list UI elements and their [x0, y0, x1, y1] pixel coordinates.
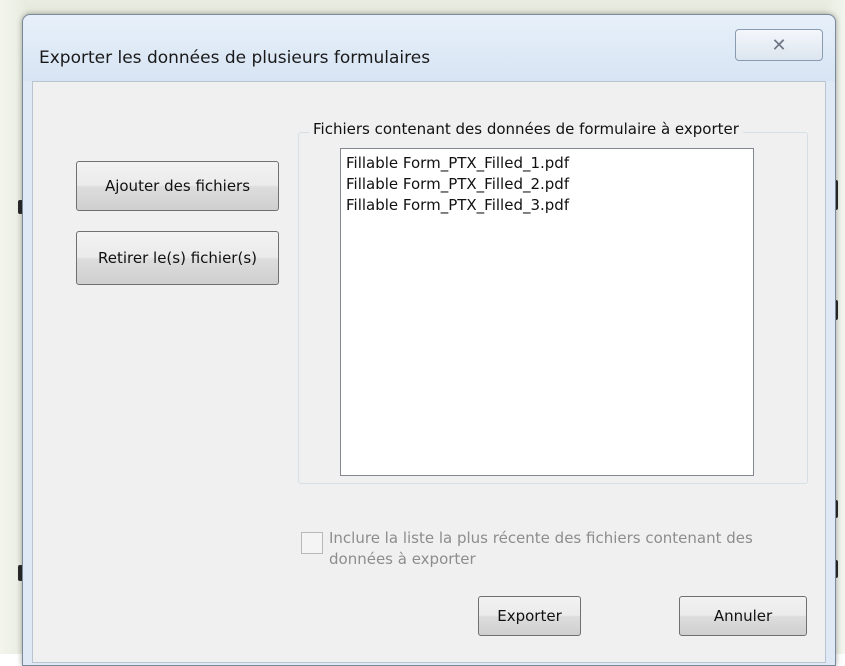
file-list-item[interactable]: Fillable Form_PTX_Filled_3.pdf [346, 195, 748, 216]
cancel-button[interactable]: Annuler [679, 596, 807, 636]
remove-files-button-label: Retirer le(s) fichier(s) [98, 249, 257, 267]
export-button[interactable]: Exporter [478, 596, 581, 636]
title-bar[interactable]: Exporter les données de plusieurs formul… [23, 15, 835, 81]
include-recent-list-checkbox[interactable] [301, 532, 323, 554]
add-files-button-label: Ajouter des fichiers [104, 177, 251, 195]
close-button[interactable]: ✕ [735, 29, 823, 61]
remove-files-button[interactable]: Retirer le(s) fichier(s) [76, 231, 279, 285]
file-list-item[interactable]: Fillable Form_PTX_Filled_2.pdf [346, 174, 748, 195]
dialog-title: Exporter les données de plusieurs formul… [39, 48, 431, 68]
file-list-item[interactable]: Fillable Form_PTX_Filled_1.pdf [346, 153, 748, 174]
export-button-label: Exporter [497, 607, 562, 625]
dialog-body: Ajouter des fichiers Retirer le(s) fichi… [32, 81, 826, 663]
files-listbox[interactable]: Fillable Form_PTX_Filled_1.pdf Fillable … [340, 148, 754, 476]
add-files-button[interactable]: Ajouter des fichiers [76, 161, 279, 211]
export-forms-dialog: Exporter les données de plusieurs formul… [22, 14, 836, 666]
close-icon: ✕ [771, 34, 787, 56]
files-group-label: Fichiers contenant des données de formul… [309, 120, 743, 138]
include-recent-list-label: Inclure la liste la plus récente des fic… [329, 529, 753, 568]
cancel-button-label: Annuler [713, 607, 773, 625]
